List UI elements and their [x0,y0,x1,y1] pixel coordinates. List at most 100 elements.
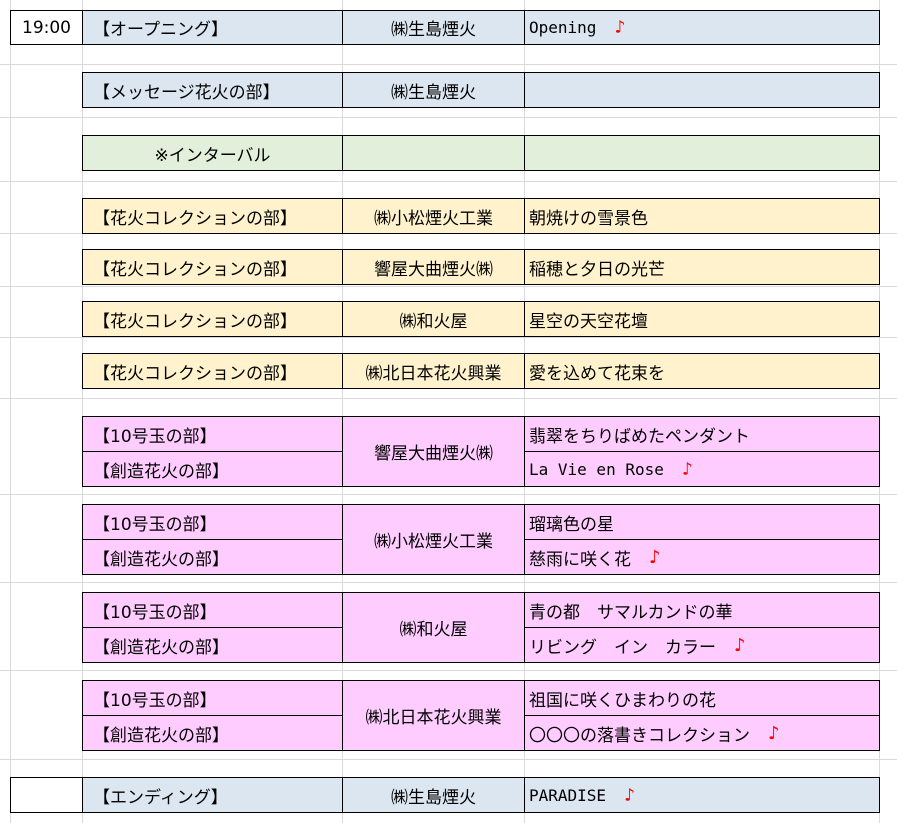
section-cell[interactable]: 【花火コレクションの部】 [82,198,343,234]
section-cell[interactable]: 【創造花火の部】 [82,451,343,487]
company-label: 響屋大曲煙火㈱ [374,444,493,464]
company-cell[interactable]: ㈱和火屋 [342,592,525,663]
grid-row-line [0,759,897,760]
company-cell[interactable]: ㈱小松煙火工業 [342,504,525,575]
grid-row-line [0,286,897,287]
company-cell[interactable]: ㈱北日本花火興業 [342,680,525,751]
section-label: 【花火コレクションの部】 [93,208,297,229]
title-cell[interactable] [524,72,880,108]
section-cell[interactable]: 【10号玉の部】 [82,592,343,628]
music-note-icon: ♪ [681,458,693,480]
title-label: 翡翠をちりばめたペンダント [529,426,750,447]
section-label: 【10号玉の部】 [93,602,217,623]
section-label: 【花火コレクションの部】 [93,363,297,384]
title-cell[interactable]: 青の都 サマルカンドの華 [524,592,880,628]
company-label: ㈱北日本花火興業 [365,708,502,728]
music-note-icon: ♪ [624,784,635,806]
company-cell[interactable]: ㈱生島煙火 [342,10,525,45]
company-label: ㈱北日本花火興業 [365,363,502,384]
section-cell[interactable]: ※インターバル [82,135,343,171]
section-label: 【メッセージ花火の部】 [93,82,280,103]
company-label: ㈱和火屋 [399,620,468,640]
grid-row-line [0,117,897,118]
company-cell[interactable]: ㈱生島煙火 [342,72,525,108]
grid-row-line [0,670,897,671]
title-label: 青の都 サマルカンドの華 [529,602,733,623]
music-note-icon: ♪ [734,634,746,656]
company-label: ㈱小松煙火工業 [374,208,493,229]
section-label: 【創造花火の部】 [93,549,229,570]
section-cell[interactable]: 【10号玉の部】 [82,504,343,540]
title-label: 瑠璃色の星 [529,514,614,535]
section-label: 【創造花火の部】 [93,637,229,658]
music-note-icon: ♪ [768,722,780,744]
section-label: 【エンディング】 [93,787,228,808]
section-cell[interactable]: 【創造花火の部】 [82,539,343,575]
grid-row-line [0,582,897,583]
company-cell[interactable]: 響屋大曲煙火㈱ [342,416,525,487]
company-cell[interactable]: ㈱和火屋 [342,301,525,337]
section-label: 【花火コレクションの部】 [93,311,297,332]
section-label: ※インターバル [154,145,271,166]
title-cell[interactable]: 慈雨に咲く花 ♪ [524,539,880,575]
title-label: 星空の天空花壇 [529,311,648,332]
title-label: 祖国に咲くひまわりの花 [529,690,716,711]
section-cell[interactable]: 【花火コレクションの部】 [82,301,343,337]
section-label: 【花火コレクションの部】 [93,259,297,280]
grid-row-line [0,337,897,338]
title-label: 〇〇〇の落書きコレクション [529,725,750,746]
title-cell[interactable]: La Vie en Rose ♪ [524,451,880,487]
title-cell[interactable]: Opening ♪ [524,10,880,45]
title-cell[interactable]: PARADISE ♪ [524,777,880,813]
time-text: 19:00 [22,17,71,38]
section-label: 【創造花火の部】 [93,461,229,482]
section-label: 【10号玉の部】 [93,690,217,711]
company-label: ㈱生島煙火 [391,82,476,103]
section-cell[interactable]: 【10号玉の部】 [82,416,343,452]
title-label: 愛を込めて花束を [529,363,665,384]
company-cell[interactable]: ㈱北日本花火興業 [342,353,525,389]
title-cell[interactable]: リビング イン カラー ♪ [524,627,880,663]
grid-col-line [10,0,11,823]
grid-row-line [0,64,897,65]
title-cell[interactable]: 愛を込めて花束を [524,353,880,389]
title-cell[interactable]: 祖国に咲くひまわりの花 [524,680,880,716]
section-label: 【10号玉の部】 [93,426,217,447]
section-cell[interactable]: 【オープニング】 [82,10,343,45]
time-cell[interactable]: 19:00 [10,10,83,45]
title-cell[interactable]: 稲穂と夕日の光芒 [524,249,880,285]
company-cell[interactable]: 響屋大曲煙火㈱ [342,249,525,285]
company-label: ㈱生島煙火 [391,787,476,808]
section-cell[interactable]: 【10号玉の部】 [82,680,343,716]
title-label: 朝焼けの雪景色 [529,208,648,229]
company-cell[interactable]: ㈱生島煙火 [342,777,525,813]
time-cell-empty[interactable] [10,777,83,813]
grid-row-line [0,181,897,182]
section-cell[interactable]: 【創造花火の部】 [82,627,343,663]
title-cell[interactable]: 朝焼けの雪景色 [524,198,880,234]
title-label: 慈雨に咲く花 [529,549,631,570]
title-cell[interactable]: 瑠璃色の星 [524,504,880,540]
company-cell[interactable] [342,135,525,171]
grid-row-line [0,398,897,399]
company-cell[interactable]: ㈱小松煙火工業 [342,198,525,234]
section-cell[interactable]: 【エンディング】 [82,777,343,813]
title-cell[interactable] [524,135,880,171]
music-note-icon: ♪ [649,546,661,568]
company-label: 響屋大曲煙火㈱ [374,259,493,280]
section-cell[interactable]: 【創造花火の部】 [82,715,343,751]
section-label: 【創造花火の部】 [93,725,229,746]
company-label: ㈱和火屋 [399,311,468,332]
title-label: PARADISE [529,785,607,805]
section-label: 【オープニング】 [93,20,228,40]
section-cell[interactable]: 【花火コレクションの部】 [82,353,343,389]
company-label: ㈱生島煙火 [391,20,476,40]
section-cell[interactable]: 【メッセージ花火の部】 [82,72,343,108]
section-label: 【10号玉の部】 [93,514,217,535]
title-cell[interactable]: 〇〇〇の落書きコレクション ♪ [524,715,880,751]
title-cell[interactable]: 星空の天空花壇 [524,301,880,337]
title-cell[interactable]: 翡翠をちりばめたペンダント [524,416,880,452]
music-note-icon: ♪ [614,17,626,38]
section-cell[interactable]: 【花火コレクションの部】 [82,249,343,285]
title-label: Opening [529,18,597,37]
